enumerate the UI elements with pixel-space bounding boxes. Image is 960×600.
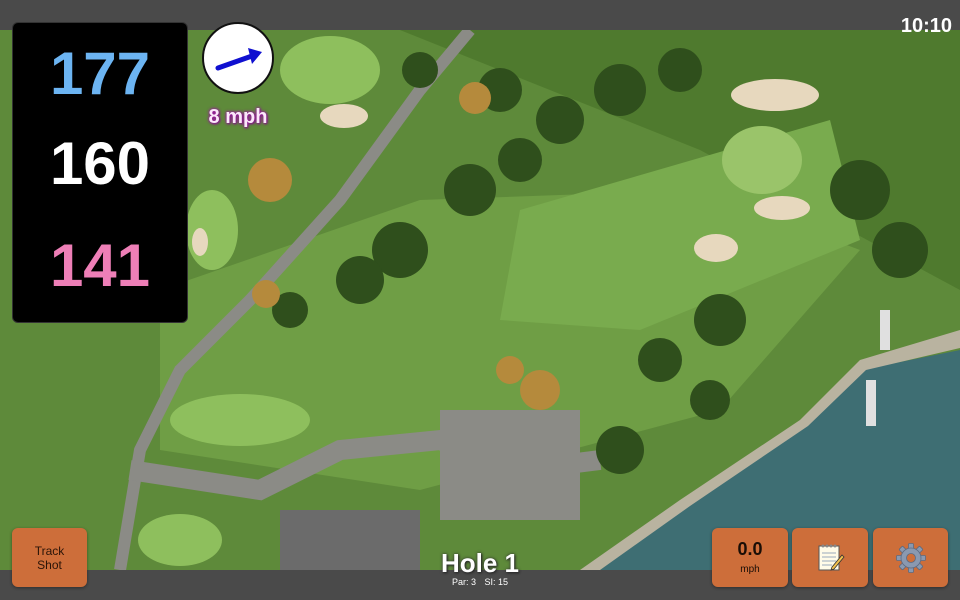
gear-icon [895,542,926,573]
speed-value: 0.0 [737,538,763,559]
hole-par: Par: 3 [451,577,476,587]
front-distance: 141 [49,232,151,299]
speed-button[interactable]: 0.0 mph [712,528,788,587]
track-shot-label-line2: Shot [37,557,62,572]
distance-panel: 177 160 141 [12,22,188,323]
clock-time: 10:10 [900,15,952,37]
track-shot-button[interactable]: Track Shot [12,528,87,587]
hole-title: Hole 1 [440,548,520,578]
settings-button[interactable] [873,528,948,587]
wind-arrow-icon [215,48,262,71]
middle-distance: 160 [49,130,151,197]
back-distance: 177 [49,40,151,107]
hole-stroke-index: SI: 15 [484,577,509,587]
notes-button[interactable] [792,528,868,587]
wind-speed-label: 8 mph [208,106,268,128]
wind-direction-indicator [202,22,274,94]
track-shot-label-line1: Track [34,543,65,558]
notepad-icon [818,544,845,571]
speed-unit: mph [740,563,760,575]
hole-info: Par: 3 SI: 15 [380,577,580,588]
